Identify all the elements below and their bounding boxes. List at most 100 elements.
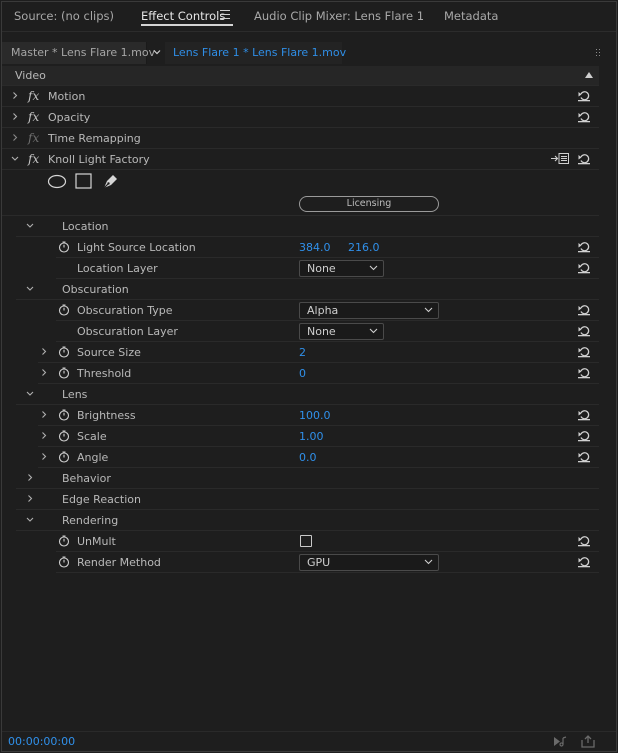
chevron-right-icon[interactable]	[11, 133, 19, 142]
chevron-down-icon[interactable]	[152, 47, 162, 57]
mask-tools-row	[2, 170, 599, 194]
effect-row-motion[interactable]: fx Motion	[2, 86, 599, 107]
sequence-clip-tab[interactable]: Lens Flare 1 * Lens Flare 1.mov	[165, 42, 346, 64]
chevron-right-icon[interactable]	[26, 473, 34, 482]
reset-icon[interactable]	[577, 89, 591, 102]
stopwatch-icon[interactable]	[58, 346, 70, 358]
param-render-method: Render Method GPU	[56, 552, 599, 573]
licensing-button[interactable]: Licensing	[299, 196, 439, 212]
panel-tab-bar: Source: (no clips) Effect Controls Audio…	[2, 2, 616, 32]
reset-icon[interactable]	[577, 366, 591, 379]
param-label: Obscuration Type	[77, 304, 173, 317]
obscuration-type-select[interactable]: Alpha	[299, 302, 439, 319]
group-lens[interactable]: Lens	[16, 384, 599, 405]
threshold-value[interactable]: 0	[299, 367, 306, 380]
timecode-display[interactable]: 00:00:00:00	[8, 735, 75, 748]
light-source-y-value[interactable]: 216.0	[348, 241, 380, 254]
reset-icon[interactable]	[577, 240, 591, 253]
ellipse-mask-icon[interactable]	[47, 174, 67, 189]
chevron-right-icon[interactable]	[40, 410, 48, 419]
chevron-right-icon[interactable]	[40, 431, 48, 440]
group-label: Lens	[62, 388, 88, 401]
chevron-down-icon[interactable]	[26, 515, 34, 524]
stopwatch-icon[interactable]	[58, 241, 70, 253]
unmult-checkbox[interactable]	[300, 535, 312, 547]
group-edge-reaction[interactable]: Edge Reaction	[16, 489, 599, 510]
stopwatch-icon[interactable]	[58, 451, 70, 463]
panel-menu-icon[interactable]	[220, 10, 230, 19]
fx-icon[interactable]: fx	[28, 110, 39, 124]
reset-icon[interactable]	[577, 408, 591, 421]
reset-icon[interactable]	[577, 450, 591, 463]
group-label: Obscuration	[62, 283, 129, 296]
play-audio-icon[interactable]	[552, 735, 568, 748]
param-scale: Scale 1.00	[38, 426, 599, 447]
param-obscuration-type: Obscuration Type Alpha	[56, 300, 599, 321]
param-label: Angle	[77, 451, 109, 464]
chevron-right-icon[interactable]	[40, 368, 48, 377]
effect-label: Time Remapping	[48, 132, 141, 145]
export-icon[interactable]	[580, 735, 596, 748]
tab-source[interactable]: Source: (no clips)	[14, 9, 114, 23]
group-obscuration[interactable]: Obscuration	[16, 279, 599, 300]
group-rendering[interactable]: Rendering	[16, 510, 599, 531]
param-label: Scale	[77, 430, 107, 443]
select-value: GPU	[307, 556, 331, 569]
tab-effect-controls[interactable]: Effect Controls	[141, 9, 225, 23]
reset-icon[interactable]	[577, 555, 591, 568]
reset-icon[interactable]	[577, 303, 591, 316]
chevron-right-icon[interactable]	[11, 91, 19, 100]
chevron-down-icon[interactable]	[11, 154, 19, 163]
master-clip-tab[interactable]: Master * Lens Flare 1.mov	[2, 42, 155, 64]
reset-icon[interactable]	[577, 110, 591, 123]
effect-row-opacity[interactable]: fx Opacity	[2, 107, 599, 128]
stopwatch-icon[interactable]	[58, 367, 70, 379]
group-label: Edge Reaction	[62, 493, 141, 506]
group-behavior[interactable]: Behavior	[16, 468, 599, 489]
obscuration-layer-select[interactable]: None	[299, 323, 384, 340]
reset-icon[interactable]	[577, 261, 591, 274]
stopwatch-icon[interactable]	[58, 409, 70, 421]
grip-icon[interactable]	[596, 49, 602, 57]
param-label: Threshold	[77, 367, 132, 380]
stopwatch-icon[interactable]	[58, 430, 70, 442]
panel-footer: 00:00:00:00	[2, 731, 616, 751]
param-obscuration-layer: Obscuration Layer None	[56, 321, 599, 342]
stopwatch-icon[interactable]	[58, 556, 70, 568]
effect-row-knoll-light-factory[interactable]: fx Knoll Light Factory	[2, 149, 599, 170]
chevron-right-icon[interactable]	[11, 112, 19, 121]
effect-setup-icon[interactable]	[550, 152, 570, 165]
angle-value[interactable]: 0.0	[299, 451, 317, 464]
chevron-down-icon[interactable]	[26, 284, 34, 293]
param-brightness: Brightness 100.0	[38, 405, 599, 426]
reset-icon[interactable]	[577, 429, 591, 442]
brightness-value[interactable]: 100.0	[299, 409, 331, 422]
collapse-up-icon[interactable]	[585, 72, 593, 78]
chevron-down-icon[interactable]	[26, 389, 34, 398]
group-location[interactable]: Location	[16, 216, 599, 237]
chevron-right-icon[interactable]	[40, 347, 48, 356]
reset-icon[interactable]	[577, 345, 591, 358]
fx-icon[interactable]: fx	[28, 152, 39, 166]
reset-icon[interactable]	[577, 324, 591, 337]
reset-icon[interactable]	[577, 534, 591, 547]
param-unmult: UnMult	[56, 531, 599, 552]
light-source-x-value[interactable]: 384.0	[299, 241, 331, 254]
chevron-right-icon[interactable]	[40, 452, 48, 461]
tab-audio-clip-mixer[interactable]: Audio Clip Mixer: Lens Flare 1	[254, 9, 424, 23]
pen-mask-icon[interactable]	[102, 172, 119, 190]
param-angle: Angle 0.0	[38, 447, 599, 468]
tab-metadata[interactable]: Metadata	[444, 9, 498, 23]
stopwatch-icon[interactable]	[58, 535, 70, 547]
source-size-value[interactable]: 2	[299, 346, 306, 359]
reset-icon[interactable]	[577, 152, 591, 165]
fx-icon[interactable]: fx	[28, 89, 39, 103]
rectangle-mask-icon[interactable]	[75, 173, 92, 189]
location-layer-select[interactable]: None	[299, 260, 384, 277]
stopwatch-icon[interactable]	[58, 304, 70, 316]
scale-value[interactable]: 1.00	[299, 430, 324, 443]
render-method-select[interactable]: GPU	[299, 554, 439, 571]
effect-row-time-remapping[interactable]: fx Time Remapping	[2, 128, 599, 149]
chevron-down-icon[interactable]	[26, 221, 34, 230]
chevron-right-icon[interactable]	[26, 494, 34, 503]
